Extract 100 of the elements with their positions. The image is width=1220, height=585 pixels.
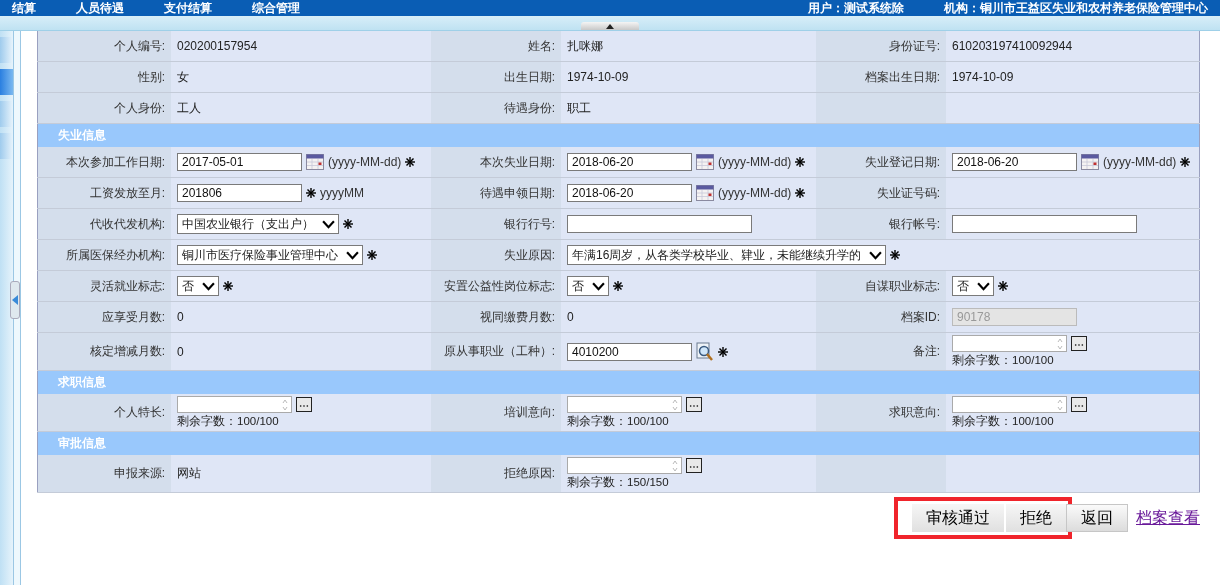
nav-menu-item[interactable]: 支付结算 bbox=[164, 0, 212, 17]
nav-menu-item[interactable]: 综合管理 bbox=[252, 0, 300, 17]
section-title: 审批信息 bbox=[58, 436, 106, 450]
calendar-icon[interactable] bbox=[696, 185, 714, 201]
field-label: 所属医保经办机构: bbox=[65, 247, 165, 262]
format-hint: yyyyMM bbox=[320, 186, 364, 200]
nav-menu-item[interactable]: 人员待遇 bbox=[76, 0, 124, 17]
field-label: 培训意向: bbox=[503, 405, 555, 419]
ellipsis-icon bbox=[689, 404, 699, 408]
field-value: 0 bbox=[177, 344, 184, 359]
ellipsis-icon bbox=[1074, 404, 1084, 408]
field-label: 工资发放至月: bbox=[89, 185, 165, 200]
field-label: 性别: bbox=[137, 69, 165, 84]
date-field[interactable]: 2017-05-01 bbox=[177, 153, 302, 171]
format-hint: (yyyy-MM-dd) bbox=[1103, 155, 1177, 169]
field-label: 失业原因: bbox=[503, 247, 555, 262]
nav-menu-item[interactable]: 结算 bbox=[12, 0, 36, 17]
ellipsis-icon bbox=[689, 465, 699, 469]
search-icon[interactable] bbox=[696, 341, 714, 362]
more-button[interactable] bbox=[686, 458, 702, 473]
field-value: 1974-10-09 bbox=[952, 70, 1014, 84]
spinner-icon bbox=[1057, 337, 1063, 350]
field-value: 女 bbox=[177, 69, 189, 84]
field-label: 银行帐号: bbox=[888, 216, 940, 231]
field-value: 工人 bbox=[177, 100, 201, 115]
dropdown[interactable]: 否 bbox=[177, 276, 219, 296]
more-button[interactable] bbox=[1071, 397, 1087, 412]
caret-icon bbox=[592, 281, 605, 291]
section-title: 求职信息 bbox=[58, 375, 106, 389]
field-label: 自谋职业标志: bbox=[864, 278, 940, 293]
field-label: 银行行号: bbox=[503, 216, 555, 231]
field-label: 本次参加工作日期: bbox=[65, 154, 165, 169]
char-counter: 剩余字数：100/100 bbox=[952, 414, 1055, 429]
input-field[interactable]: 201806 bbox=[177, 184, 302, 202]
caret-icon bbox=[869, 250, 883, 260]
field-label: 失业证号码: bbox=[876, 185, 940, 200]
ellipsis-icon bbox=[1074, 343, 1084, 347]
calendar-icon[interactable] bbox=[696, 154, 714, 170]
caret-icon bbox=[977, 281, 990, 291]
dropdown[interactable]: 年满16周岁，从各类学校毕业、肄业，未能继续升学的 bbox=[567, 245, 887, 265]
ellipsis-icon bbox=[299, 404, 309, 408]
more-button[interactable] bbox=[1071, 336, 1087, 351]
field-label: 本次失业日期: bbox=[479, 154, 555, 169]
field-label: 核定增减月数: bbox=[89, 344, 165, 358]
field-value: 0 bbox=[567, 310, 574, 324]
input-field[interactable]: 4010200 bbox=[567, 342, 692, 361]
field-label: 拒绝原因: bbox=[503, 466, 555, 480]
field-label: 出生日期: bbox=[503, 69, 555, 84]
collapse-toggle[interactable] bbox=[581, 22, 639, 30]
date-field[interactable]: 2018-06-20 bbox=[952, 153, 1077, 171]
input-field[interactable] bbox=[567, 215, 752, 233]
field-label: 姓名: bbox=[527, 38, 555, 53]
caret-left-icon bbox=[12, 295, 19, 305]
action-button[interactable]: 拒绝 bbox=[1006, 504, 1066, 532]
field-label: 待遇申领日期: bbox=[479, 185, 555, 200]
field-label: 视同缴费月数: bbox=[479, 309, 555, 324]
field-label: 档案出生日期: bbox=[864, 69, 940, 84]
input-field[interactable] bbox=[952, 215, 1137, 233]
section-title: 失业信息 bbox=[58, 128, 106, 142]
field-label: 应享受月数: bbox=[101, 309, 165, 324]
field-value: 0 bbox=[177, 310, 184, 324]
spinner-icon bbox=[672, 398, 678, 411]
field-label: 身份证号: bbox=[888, 38, 940, 53]
archive-link[interactable]: 档案查看 bbox=[1136, 507, 1200, 529]
action-button[interactable]: 返回 bbox=[1066, 504, 1128, 532]
field-label: 申报来源: bbox=[113, 466, 165, 480]
field-label: 灵活就业标志: bbox=[89, 278, 165, 293]
field-value: 020200157954 bbox=[177, 39, 258, 53]
field-value: 网站 bbox=[177, 466, 201, 480]
calendar-icon[interactable] bbox=[1081, 154, 1099, 170]
char-counter: 剩余字数：150/150 bbox=[567, 475, 670, 490]
format-hint: (yyyy-MM-dd) bbox=[718, 155, 792, 169]
dropdown[interactable]: 铜川市医疗保险事业管理中心 bbox=[177, 245, 363, 265]
date-field[interactable]: 2018-06-20 bbox=[567, 153, 692, 171]
char-counter: 剩余字数：100/100 bbox=[177, 414, 280, 429]
org-label: 机构：铜川市王益区失业和农村养老保险管理中心 bbox=[944, 0, 1208, 17]
spinner-icon bbox=[1057, 398, 1063, 411]
more-button[interactable] bbox=[686, 397, 702, 412]
more-button[interactable] bbox=[296, 397, 312, 412]
field-label: 个人编号: bbox=[113, 38, 165, 53]
sidebar-handle[interactable] bbox=[10, 281, 21, 319]
dropdown[interactable]: 否 bbox=[567, 276, 609, 296]
dropdown[interactable]: 否 bbox=[952, 276, 994, 296]
dropdown[interactable]: 中国农业银行（支出户） bbox=[177, 214, 339, 234]
field-label: 代收代发机构: bbox=[89, 216, 165, 231]
date-field[interactable]: 2018-06-20 bbox=[567, 184, 692, 202]
field-value: 扎咪娜 bbox=[567, 38, 603, 53]
field-value: 1974-10-09 bbox=[567, 70, 629, 84]
action-button[interactable]: 审核通过 bbox=[912, 504, 1004, 532]
field-label: 待遇身份: bbox=[503, 100, 555, 115]
field-value: 职工 bbox=[567, 100, 591, 115]
spinner-icon bbox=[282, 398, 288, 411]
char-counter: 剩余字数：100/100 bbox=[567, 414, 670, 429]
caret-icon bbox=[202, 281, 215, 291]
format-hint: (yyyy-MM-dd) bbox=[718, 186, 792, 200]
field-label: 失业登记日期: bbox=[864, 154, 940, 169]
field-label: 求职意向: bbox=[888, 405, 940, 419]
field-label: 档案ID: bbox=[900, 309, 940, 324]
spinner-icon bbox=[672, 459, 678, 472]
calendar-icon[interactable] bbox=[306, 154, 324, 170]
